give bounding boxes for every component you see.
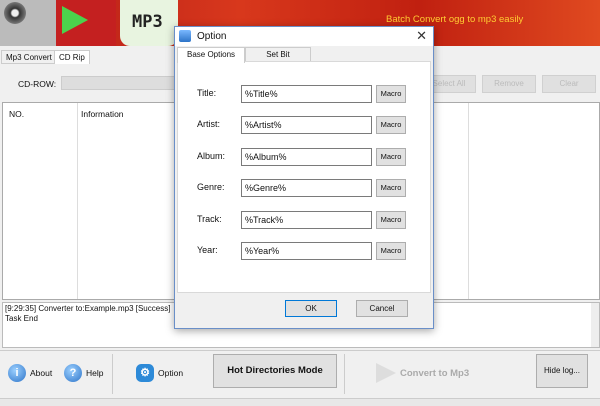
- year-input[interactable]: %Year%: [241, 242, 372, 260]
- slogan: Batch Convert ogg to mp3 easily: [386, 14, 524, 25]
- remove-button[interactable]: Remove: [482, 75, 536, 93]
- info-icon: i: [8, 364, 26, 382]
- album-macro-button[interactable]: Macro: [376, 148, 406, 166]
- option-button[interactable]: ⚙ Option: [136, 363, 183, 383]
- genre-macro-button[interactable]: Macro: [376, 179, 406, 197]
- cancel-button[interactable]: Cancel: [356, 300, 408, 317]
- column-no[interactable]: NO.: [9, 109, 24, 119]
- year-label: Year:: [197, 245, 218, 255]
- tab-set-bit[interactable]: Set Bit: [245, 47, 311, 62]
- option-label: Option: [158, 368, 184, 378]
- convert-to-mp3-button[interactable]: Convert to Mp3: [376, 363, 469, 383]
- convert-label: Convert to Mp3: [400, 367, 470, 379]
- status-bar: [0, 398, 600, 406]
- album-label: Album:: [197, 151, 226, 161]
- about-label: About: [30, 368, 53, 378]
- dialog-title-bar: Option ✕: [175, 27, 433, 46]
- help-label: Help: [86, 368, 104, 378]
- tab-mp3-convert[interactable]: Mp3 Convert: [1, 50, 57, 64]
- ok-button[interactable]: OK: [285, 300, 337, 317]
- help-icon: ?: [64, 364, 82, 382]
- genre-label: Genre:: [197, 182, 225, 192]
- track-macro-button[interactable]: Macro: [376, 211, 406, 229]
- column-information[interactable]: Information: [81, 109, 124, 119]
- album-input[interactable]: %Album%: [241, 148, 372, 166]
- play-icon: [376, 363, 396, 383]
- close-icon[interactable]: ✕: [416, 28, 427, 44]
- tab-base-options[interactable]: Base Options: [177, 47, 245, 63]
- app-icon: [179, 30, 191, 42]
- cd-row-label: CD-ROW:: [18, 79, 57, 89]
- speaker-image: [0, 0, 56, 46]
- help-button[interactable]: ? Help: [64, 363, 103, 383]
- clear-button[interactable]: Clear: [542, 75, 596, 93]
- track-label: Track:: [197, 214, 222, 224]
- log-scrollbar[interactable]: [591, 303, 599, 347]
- hide-log-button[interactable]: Hide log...: [536, 354, 588, 388]
- artist-label: Artist:: [197, 119, 221, 129]
- tab-cd-rip[interactable]: CD Rip: [54, 50, 90, 64]
- artist-macro-button[interactable]: Macro: [376, 116, 406, 134]
- mp3-logo: MP3: [120, 0, 178, 46]
- hot-directories-mode-button[interactable]: Hot Directories Mode: [213, 354, 337, 388]
- genre-input[interactable]: %Genre%: [241, 179, 372, 197]
- dialog-title: Option: [197, 31, 227, 42]
- title-label: Title:: [197, 88, 217, 98]
- track-input[interactable]: %Track%: [241, 211, 372, 229]
- about-button[interactable]: i About: [8, 363, 52, 383]
- arrow-image: [56, 0, 116, 46]
- year-macro-button[interactable]: Macro: [376, 242, 406, 260]
- title-input[interactable]: %Title%: [241, 85, 372, 103]
- artist-input[interactable]: %Artist%: [241, 116, 372, 134]
- title-macro-button[interactable]: Macro: [376, 85, 406, 103]
- gear-icon: ⚙: [136, 364, 154, 382]
- option-dialog: Option ✕ Base Options Set Bit Title: %Ti…: [174, 26, 434, 329]
- cd-drive-select[interactable]: [61, 76, 181, 90]
